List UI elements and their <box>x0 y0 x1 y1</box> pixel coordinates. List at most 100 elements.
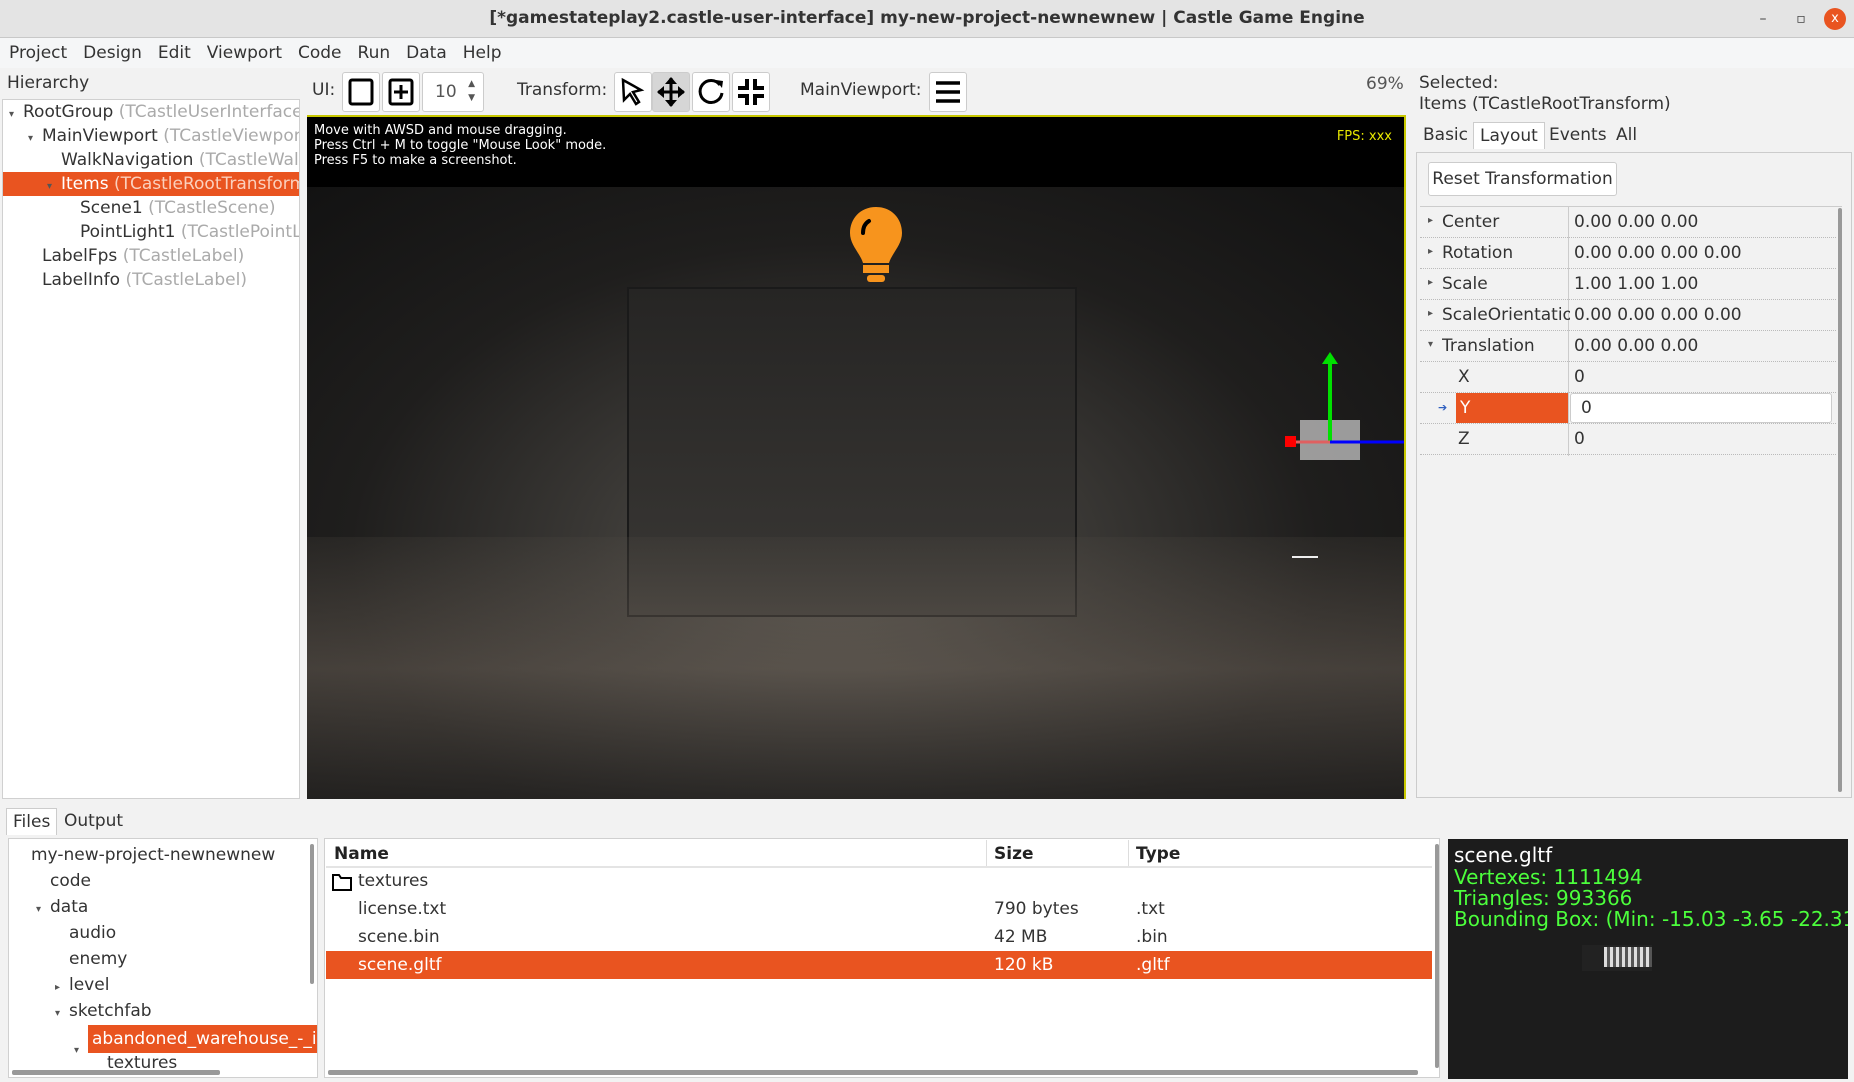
item-class: (TCastleViewport) <box>163 126 299 146</box>
folder-tree-hscrollbar[interactable] <box>12 1070 220 1075</box>
expand-arrow-icon[interactable]: ▸ <box>1428 277 1433 288</box>
folder-item[interactable]: code <box>36 869 91 893</box>
spinner-arrows-icon[interactable]: ▲ ▼ <box>468 77 475 105</box>
file-type: .txt <box>1136 899 1165 919</box>
scale-tool-button[interactable] <box>732 72 770 112</box>
column-size[interactable]: Size <box>994 840 1034 868</box>
tab-files[interactable]: Files <box>6 808 58 835</box>
window-title: [*gamestateplay2.castle-user-interface] … <box>489 8 1365 28</box>
hierarchy-item[interactable]: Scene1 (TCastleScene) <box>3 196 299 220</box>
property-value[interactable]: 0.00 0.00 0.00 0.00 <box>1574 243 1742 263</box>
file-list-vscrollbar[interactable] <box>1435 844 1439 1068</box>
property-value[interactable]: 0.00 0.00 0.00 0.00 <box>1574 305 1742 325</box>
expand-toggle-icon[interactable]: ▾ <box>55 1002 69 1026</box>
tab-layout[interactable]: Layout <box>1473 122 1545 149</box>
property-value[interactable]: 0.00 0.00 0.00 <box>1574 212 1698 232</box>
menu-edit[interactable]: Edit <box>158 38 199 68</box>
file-row[interactable]: scene.bin 42 MB .bin <box>326 923 1432 951</box>
folder-item[interactable]: ▾ sketchfab <box>55 999 152 1023</box>
viewport-menu-button[interactable] <box>929 72 967 112</box>
file-row[interactable]: scene.gltf 120 kB .gltf <box>326 951 1432 979</box>
expand-toggle-icon[interactable]: ▸ <box>55 976 69 1000</box>
folder-item[interactable]: ▾ data <box>36 895 88 919</box>
folder-item[interactable]: enemy <box>55 947 127 971</box>
folder-name: sketchfab <box>69 1001 152 1021</box>
hierarchy-item[interactable]: ▾ MainViewport (TCastleViewport) <box>3 124 299 148</box>
property-row[interactable]: ▸ ScaleOrientation 0.00 0.00 0.00 0.00 <box>1420 300 1836 331</box>
tab-basic[interactable]: Basic <box>1417 122 1474 148</box>
property-row[interactable]: ▸ Center 0.00 0.00 0.00 <box>1420 207 1836 238</box>
column-name[interactable]: Name <box>334 840 389 868</box>
folder-tree[interactable]: my-new-project-newnewnew code ▾ data audio en… <box>8 838 318 1078</box>
expand-arrow-icon[interactable]: ▸ <box>1428 308 1433 319</box>
tab-output[interactable]: Output <box>58 808 129 834</box>
expand-toggle-icon[interactable]: ▾ <box>36 898 50 922</box>
menu-data[interactable]: Data <box>406 38 455 68</box>
property-row[interactable]: X0 <box>1420 362 1836 393</box>
expand-toggle-icon[interactable]: ▾ <box>47 175 61 196</box>
column-type[interactable]: Type <box>1136 840 1180 868</box>
menu-viewport[interactable]: Viewport <box>207 38 290 68</box>
property-row[interactable]: ▸ Rotation 0.00 0.00 0.00 0.00 <box>1420 238 1836 269</box>
folder-item[interactable]: ▸ level <box>55 973 109 997</box>
translate-gizmo[interactable] <box>1277 332 1406 572</box>
close-button[interactable]: x <box>1824 8 1846 30</box>
tab-events[interactable]: Events <box>1543 122 1613 148</box>
property-row[interactable]: ▾ Translation 0.00 0.00 0.00 <box>1420 331 1836 362</box>
rotate-tool-button[interactable] <box>692 72 730 112</box>
folder-name: data <box>50 897 89 917</box>
folder-item[interactable]: my-new-project-newnewnew <box>17 843 275 867</box>
property-row[interactable]: ▸ Scale 1.00 1.00 1.00 <box>1420 269 1836 300</box>
menu-project[interactable]: Project <box>9 38 75 68</box>
y-value-input[interactable]: 0 <box>1570 393 1832 423</box>
hierarchy-item[interactable]: PointLight1 (TCastlePointLight) <box>3 220 299 244</box>
folder-item[interactable]: audio <box>55 921 116 945</box>
folder-tree-vscrollbar[interactable] <box>310 844 314 984</box>
file-row[interactable]: textures <box>326 867 1432 895</box>
property-value[interactable]: 0.00 0.00 0.00 <box>1574 336 1698 356</box>
file-list-hscrollbar[interactable] <box>328 1070 1418 1075</box>
property-value[interactable]: 1.00 1.00 1.00 <box>1574 274 1698 294</box>
selected-label: Selected: <box>1419 73 1499 93</box>
reset-transformation-button[interactable]: Reset Transformation <box>1428 162 1617 196</box>
menu-run[interactable]: Run <box>358 38 399 68</box>
hierarchy-item[interactable]: ▾ RootGroup (TCastleUserInterface) <box>3 100 299 124</box>
hierarchy-item[interactable]: LabelInfo (TCastleLabel) <box>3 268 299 292</box>
menu-help[interactable]: Help <box>463 38 510 68</box>
folder-item[interactable]: ▾abandoned_warehouse_-_in <box>74 1025 317 1056</box>
file-list-header: Name Size Type <box>326 840 1432 868</box>
expand-toggle-icon[interactable]: ▾ <box>9 103 23 124</box>
game-viewport[interactable]: Move with AWSD and mouse dragging. Press… <box>307 115 1406 799</box>
expand-toggle-icon[interactable]: ▾ <box>28 127 42 148</box>
point-light-bulb-icon[interactable] <box>847 205 905 285</box>
translate-tool-button[interactable] <box>652 72 690 112</box>
property-value[interactable]: 0 <box>1574 429 1585 449</box>
hierarchy-item[interactable]: WalkNavigation (TCastleWalkNavigation) <box>3 148 299 172</box>
file-name: scene.bin <box>358 927 440 947</box>
tab-all[interactable]: All <box>1610 122 1643 148</box>
move-arrows-icon <box>657 77 685 107</box>
maximize-button[interactable]: ▫ <box>1790 8 1812 30</box>
select-tool-button[interactable] <box>614 72 652 112</box>
expand-arrow-icon[interactable]: ▾ <box>1428 339 1433 350</box>
property-row[interactable]: Y ➔ 0 <box>1420 393 1836 424</box>
expand-arrow-icon[interactable]: ▸ <box>1428 246 1433 257</box>
minimize-button[interactable]: – <box>1752 8 1774 30</box>
menu-design[interactable]: Design <box>83 38 150 68</box>
help-line: Press F5 to make a screenshot. <box>314 153 517 168</box>
file-row[interactable]: license.txt 790 bytes .txt <box>326 895 1432 923</box>
property-value[interactable]: 0 <box>1574 367 1585 387</box>
hierarchy-item[interactable]: ▾ Items (TCastleRootTransform) <box>3 172 299 196</box>
snap-spinner[interactable]: 10 ▲ ▼ <box>422 72 484 112</box>
selected-value: Items (TCastleRootTransform) <box>1419 94 1671 114</box>
hierarchy-tree[interactable]: ▾ RootGroup (TCastleUserInterface) ▾ MainVi… <box>2 99 300 799</box>
add-plus-button[interactable] <box>382 72 420 112</box>
menu-code[interactable]: Code <box>298 38 350 68</box>
expand-toggle-icon[interactable]: ▾ <box>74 1039 88 1063</box>
add-rect-button[interactable] <box>342 72 380 112</box>
property-name: Center <box>1442 212 1500 232</box>
inspector-scrollbar[interactable] <box>1838 208 1842 792</box>
hierarchy-item[interactable]: LabelFps (TCastleLabel) <box>3 244 299 268</box>
property-row[interactable]: Z0 <box>1420 424 1836 455</box>
expand-arrow-icon[interactable]: ▸ <box>1428 215 1433 226</box>
